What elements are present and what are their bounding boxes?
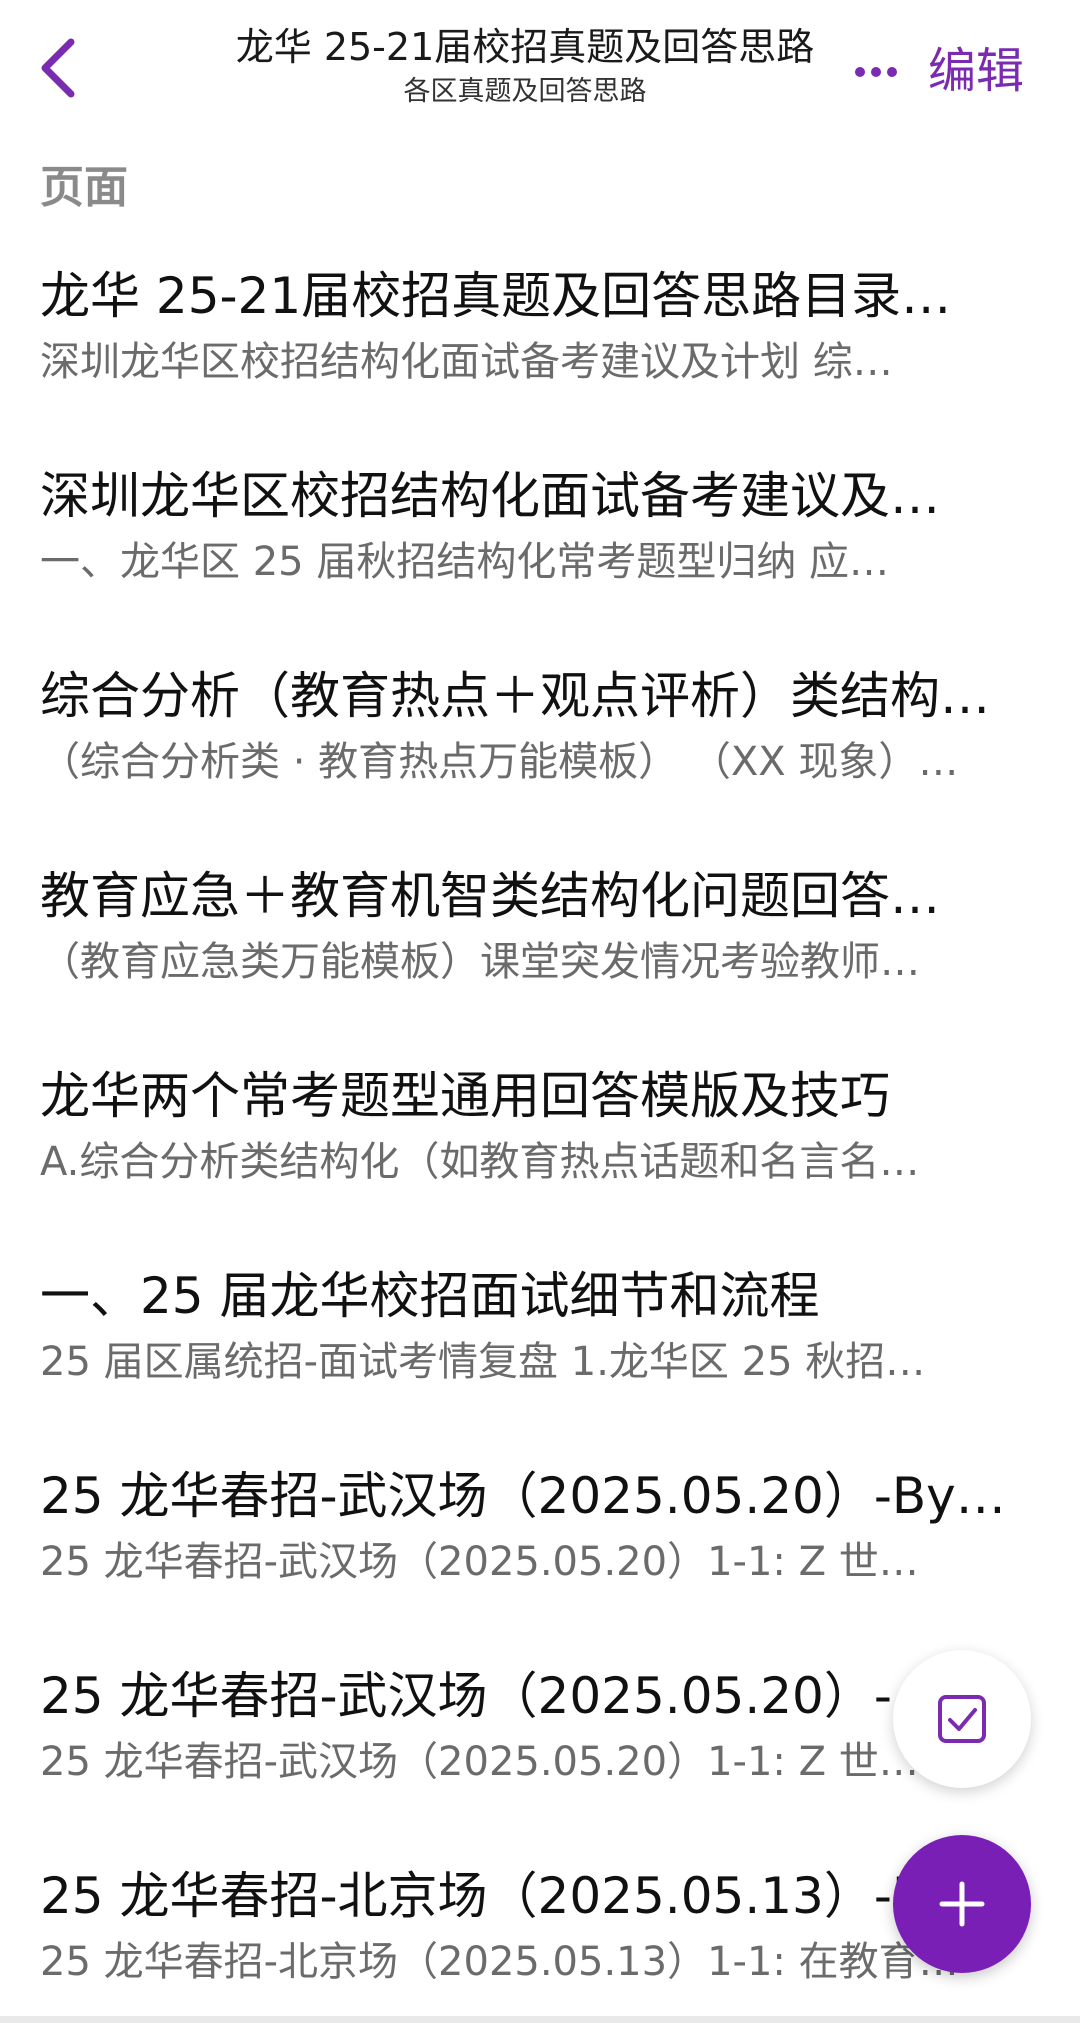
page-preview: A.综合分析类结构化（如教育热点话题和名言名… xyxy=(40,1139,920,1185)
page-list-item[interactable]: 25 龙华春招-武汉场（2025.05.20）-By… 25 龙华春招-武汉场（2… xyxy=(0,1458,1080,1658)
plus-icon xyxy=(939,1881,985,1927)
page-title: 龙华两个常考题型通用回答模版及技巧 xyxy=(40,1067,890,1125)
page-list-item[interactable]: 深圳龙华区校招结构化面试备考建议及… 一、龙华区 25 届秋招结构化常考题型归纳 … xyxy=(0,458,1080,658)
page-preview: 25 龙华春招-武汉场（2025.05.20）1-1: Z 世… xyxy=(40,1739,919,1785)
page-title: 龙华 25-21届校招真题及回答思路目录… xyxy=(40,267,952,325)
page-preview: （综合分析类 · 教育热点万能模板） （XX 现象）… xyxy=(40,739,959,785)
notebook-page-list-screen: 龙华 25-21届校招真题及回答思路 各区真题及回答思路 编辑 页面 龙华 25… xyxy=(0,0,1080,2023)
page-title: 教育应急＋教育机智类结构化问题回答… xyxy=(40,867,940,925)
page-list-item[interactable]: 龙华 25-21届校招真题及回答思路目录… 深圳龙华区校招结构化面试备考建议及计划… xyxy=(0,258,1080,458)
page-title: 一、25 届龙华校招面试细节和流程 xyxy=(40,1267,820,1325)
page-title: 深圳龙华区校招结构化面试备考建议及… xyxy=(40,467,940,525)
more-horizontal-icon xyxy=(855,67,897,77)
page-list-item[interactable]: 一、25 届龙华校招面试细节和流程 25 届区属统招-面试考情复盘 1.龙华区 2… xyxy=(0,1258,1080,1458)
bottom-divider xyxy=(0,2016,1080,2023)
checkbox-icon xyxy=(938,1695,986,1743)
page-preview: 25 龙华春招-北京场（2025.05.13）1-1: 在教育… xyxy=(40,1939,959,1985)
page-list-item[interactable]: 综合分析（教育热点＋观点评析）类结构… （综合分析类 · 教育热点万能模板） （X… xyxy=(0,658,1080,858)
page-title: 综合分析（教育热点＋观点评析）类结构… xyxy=(40,667,990,725)
page-title: 25 龙华春招-北京场（2025.05.13）-B… xyxy=(40,1867,977,1925)
page-preview: 一、龙华区 25 届秋招结构化常考题型归纳 应… xyxy=(40,539,890,585)
chevron-left-icon xyxy=(41,38,75,98)
task-button[interactable] xyxy=(893,1650,1031,1788)
notebook-title: 龙华 25-21届校招真题及回答思路 xyxy=(235,25,815,69)
pages-section-heading: 页面 xyxy=(40,162,128,213)
page-preview: （教育应急类万能模板）课堂突发情况考验教师… xyxy=(40,939,920,985)
page-title: 25 龙华春招-武汉场（2025.05.20）-By… xyxy=(40,1467,1006,1525)
add-page-button[interactable] xyxy=(893,1835,1031,1973)
back-button[interactable] xyxy=(22,28,92,108)
page-list-item[interactable]: 龙华两个常考题型通用回答模版及技巧 A.综合分析类结构化（如教育热点话题和名言名… xyxy=(0,1058,1080,1258)
page-list-item[interactable]: 教育应急＋教育机智类结构化问题回答… （教育应急类万能模板）课堂突发情况考验教师… xyxy=(0,858,1080,1058)
page-preview: 深圳龙华区校招结构化面试备考建议及计划 综… xyxy=(40,339,893,385)
page-preview: 25 届区属统招-面试考情复盘 1.龙华区 25 秋招… xyxy=(40,1339,926,1385)
edit-button[interactable]: 编辑 xyxy=(928,36,1024,106)
header-titles: 龙华 25-21届校招真题及回答思路 各区真题及回答思路 xyxy=(200,22,850,110)
top-app-bar: 龙华 25-21届校招真题及回答思路 各区真题及回答思路 编辑 xyxy=(0,0,1080,150)
section-subtitle: 各区真题及回答思路 xyxy=(403,76,647,107)
page-title: 25 龙华春招-武汉场（2025.05.20）-… xyxy=(40,1667,942,1725)
more-options-button[interactable] xyxy=(846,42,906,102)
page-preview: 25 龙华春招-武汉场（2025.05.20）1-1: Z 世… xyxy=(40,1539,919,1585)
